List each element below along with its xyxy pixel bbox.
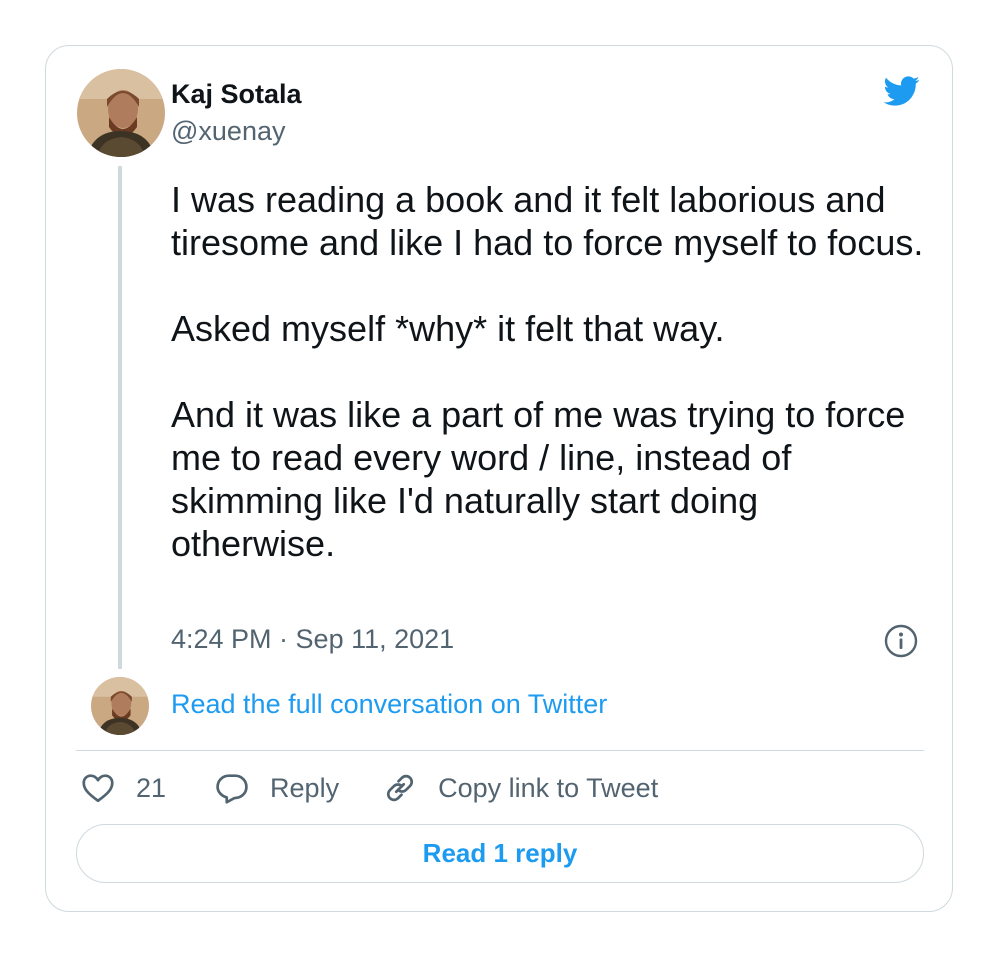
avatar-photo <box>77 69 165 157</box>
copy-link-button[interactable]: Copy link to Tweet <box>382 770 658 806</box>
tweet-paragraph: Asked myself *why* it felt that way. <box>171 308 725 349</box>
thread-line <box>118 166 122 669</box>
info-icon[interactable] <box>884 624 918 658</box>
author-avatar[interactable] <box>77 69 165 157</box>
author-handle[interactable]: @xuenay <box>171 116 285 147</box>
tweet-paragraph: And it was like a part of me was trying … <box>171 394 906 564</box>
read-replies-button[interactable]: Read 1 reply <box>76 824 924 883</box>
reply-label: Reply <box>270 772 340 803</box>
avatar-photo <box>91 677 149 735</box>
heart-icon <box>82 774 114 803</box>
tweet-actions: 21 Reply Copy link to Tweet <box>76 768 658 808</box>
tweet-card: Kaj Sotala @xuenay I was reading a book … <box>45 45 953 912</box>
reply-button[interactable]: Reply <box>214 770 339 806</box>
copy-link-label: Copy link to Tweet <box>438 772 659 803</box>
twitter-bird-icon[interactable] <box>879 72 923 110</box>
author-name[interactable]: Kaj Sotala <box>171 79 302 110</box>
tweet-timestamp[interactable]: 4:24 PM · Sep 11, 2021 <box>171 624 454 655</box>
tweet-paragraph: I was reading a book and it felt laborio… <box>171 179 924 263</box>
divider <box>76 750 924 751</box>
conversation-avatar[interactable] <box>91 677 149 735</box>
like-count: 21 <box>136 772 167 803</box>
speech-bubble-icon <box>216 774 248 804</box>
tweet-text: I was reading a book and it felt laborio… <box>171 178 931 565</box>
link-icon <box>387 774 414 802</box>
read-conversation-link[interactable]: Read the full conversation on Twitter <box>171 689 607 720</box>
like-button[interactable]: 21 <box>80 770 166 806</box>
